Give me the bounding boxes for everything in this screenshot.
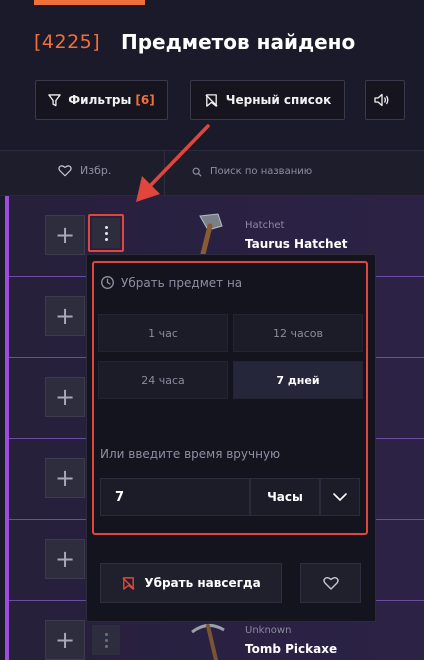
duration-option[interactable]: 24 часа [98, 361, 228, 399]
add-item-button[interactable]: + [45, 620, 85, 660]
items-count: [4225] [34, 31, 101, 53]
blacklist-button[interactable]: Черный список [190, 80, 345, 120]
top-accent-bar [34, 0, 145, 5]
item-type: Hatchet [245, 220, 285, 231]
add-item-button[interactable]: + [45, 539, 85, 579]
item-name: Taurus Hatchet [245, 237, 348, 251]
duration-option[interactable]: 12 часов [233, 314, 363, 352]
search-placeholder: Поиск по названию [210, 166, 313, 177]
manual-time-input[interactable]: 7 [100, 478, 250, 516]
page-title: Предметов найдено [121, 30, 356, 54]
remove-panel-title-text: Убрать предмет на [121, 275, 243, 290]
time-unit-dropdown-toggle[interactable] [320, 478, 360, 516]
add-item-button[interactable]: + [45, 296, 85, 336]
blacklist-icon [205, 93, 218, 107]
pickaxe-icon [191, 624, 225, 660]
filters-button[interactable]: Фильтры [6] [35, 80, 168, 120]
add-item-button[interactable]: + [45, 377, 85, 417]
heart-outline-icon [322, 577, 339, 590]
favorite-button[interactable] [300, 563, 361, 603]
chevron-down-icon [333, 493, 347, 501]
add-item-button[interactable]: + [45, 215, 85, 255]
item-menu-button[interactable] [92, 218, 120, 248]
add-item-button[interactable]: + [45, 458, 85, 498]
duration-option-selected[interactable]: 7 дней [233, 361, 363, 399]
remove-forever-label: Убрать навсегда [144, 576, 261, 590]
filter-icon [48, 93, 62, 106]
sound-button[interactable] [365, 80, 405, 120]
item-name: Tomb Pickaxe [245, 642, 338, 656]
clock-icon [101, 276, 114, 289]
favorites-filter[interactable]: Избр. [58, 164, 111, 177]
item-menu-button[interactable] [92, 625, 120, 655]
manual-time-label: Или введите время вручную [100, 447, 281, 461]
blacklist-label: Черный список [225, 93, 332, 107]
filters-count-badge: [6] [135, 93, 155, 107]
filters-label: Фильтры [68, 93, 132, 107]
speaker-icon [373, 93, 388, 107]
duration-option[interactable]: 1 час [98, 314, 228, 352]
remove-panel-title: Убрать предмет на [100, 275, 242, 290]
annotation-arrow [136, 124, 210, 202]
item-type: Unknown [245, 625, 292, 636]
blacklist-icon [122, 576, 135, 590]
time-unit-select[interactable]: Часы [250, 478, 320, 516]
favorites-label: Избр. [80, 164, 112, 177]
remove-forever-button[interactable]: Убрать навсегда [100, 563, 282, 603]
heart-outline-icon [58, 165, 72, 177]
